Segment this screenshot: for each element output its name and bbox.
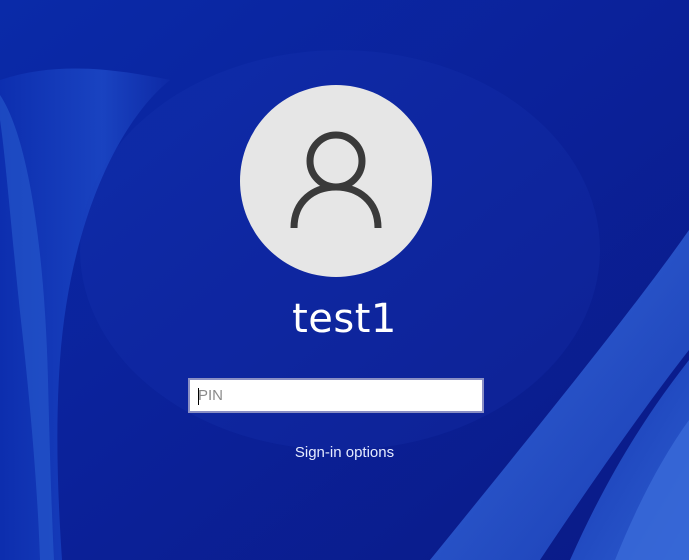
username-label: test1 [292, 296, 397, 342]
pin-field-container[interactable] [188, 378, 484, 413]
user-avatar [240, 85, 432, 277]
sign-in-options-link[interactable]: Sign-in options [0, 444, 689, 461]
lock-screen: test1 Sign-in options [0, 0, 689, 560]
user-silhouette-icon [290, 131, 382, 229]
pin-input[interactable] [190, 380, 482, 411]
text-caret [198, 388, 199, 405]
